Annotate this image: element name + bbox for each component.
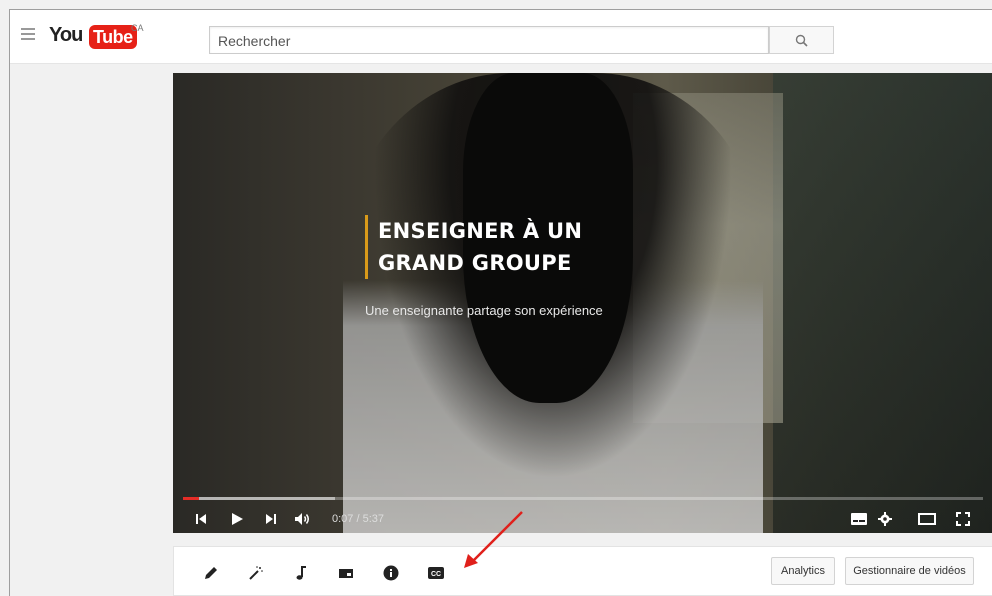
subtitles-icon[interactable] [849,509,869,529]
video-player[interactable]: ENSEIGNER À UN GRAND GROUPE Une enseigna… [173,73,992,533]
logo-tube-text: Tube [89,25,137,49]
video-title-line-2: GRAND GROUPE [378,251,572,275]
time-display: 0:07 / 5:37 [332,513,384,525]
search-icon [795,34,808,47]
player-controls: 0:07 / 5:37 [173,505,992,533]
card-icon[interactable] [337,564,355,582]
pencil-icon[interactable] [202,564,220,582]
progress-bar[interactable] [183,497,983,500]
settings-gear-icon[interactable] [875,509,895,529]
svg-text:CC: CC [431,571,441,578]
progress-buffered [183,497,335,500]
magic-wand-icon[interactable] [247,564,265,582]
search-input[interactable]: Rechercher [209,26,769,54]
search-placeholder: Rechercher [218,33,291,49]
search-button[interactable] [769,26,834,54]
video-title-overlay: ENSEIGNER À UN GRAND GROUPE [365,215,582,279]
masthead: You Tube CA Rechercher [10,10,992,64]
play-icon[interactable] [227,509,247,529]
enhancement-toolbar: CC Analytics Gestionnaire de vidéos [173,546,992,596]
fullscreen-icon[interactable] [953,509,973,529]
theater-mode-icon[interactable] [917,509,937,529]
next-icon[interactable] [261,509,281,529]
analytics-button[interactable]: Analytics [771,557,835,585]
video-subtitle-overlay: Une enseignante partage son expérience [365,303,603,318]
video-title-line-1: ENSEIGNER À UN [378,219,583,243]
guide-menu-icon[interactable] [21,28,35,40]
progress-played [183,497,199,500]
info-icon[interactable] [382,564,400,582]
video-manager-button[interactable]: Gestionnaire de vidéos [845,557,974,585]
volume-icon[interactable] [293,509,313,529]
music-note-icon[interactable] [292,564,310,582]
closed-caption-icon[interactable]: CC [427,564,445,582]
browser-frame: You Tube CA Rechercher ENSEIGNER À UN GR… [9,9,992,596]
video-frame-background [773,73,992,533]
previous-icon[interactable] [191,509,211,529]
region-code: CA [131,23,144,33]
logo-you-text: You [49,24,83,46]
